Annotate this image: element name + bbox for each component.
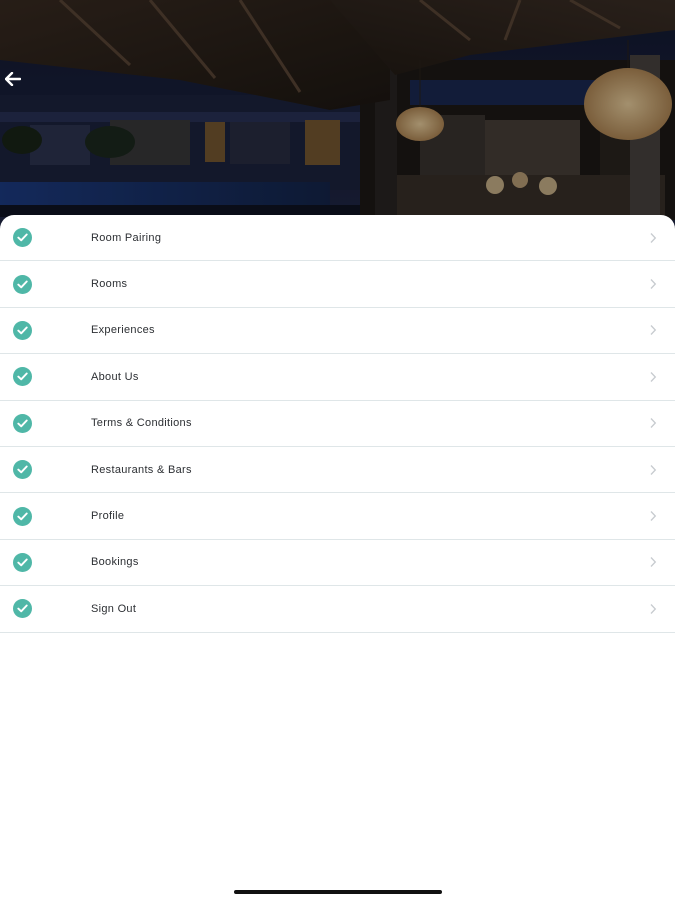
menu-item-label: Terms & Conditions (91, 417, 192, 430)
check-circle-icon (13, 320, 32, 340)
menu-item-bookings[interactable]: Bookings (0, 540, 675, 587)
check-circle-icon (13, 228, 32, 248)
check-circle-icon (13, 552, 32, 572)
check-circle-icon (13, 413, 32, 433)
home-indicator[interactable] (234, 890, 442, 894)
menu-item-label: Sign Out (91, 602, 137, 615)
chevron-right-icon (650, 371, 657, 382)
menu-item-terms-conditions[interactable]: Terms & Conditions (0, 401, 675, 447)
menu-list: Room Pairing Rooms Experiences About Us (0, 215, 675, 633)
chevron-right-icon (650, 557, 657, 568)
chevron-right-icon (650, 603, 657, 614)
back-arrow-icon (5, 72, 21, 86)
menu-item-label: Rooms (91, 278, 128, 291)
chevron-right-icon (650, 232, 657, 243)
chevron-right-icon (650, 279, 657, 290)
menu-item-label: About Us (91, 370, 139, 383)
menu-item-room-pairing[interactable]: Room Pairing (0, 215, 675, 262)
menu-item-sign-out[interactable]: Sign Out (0, 586, 675, 633)
chevron-right-icon (650, 325, 657, 336)
menu-sheet: Room Pairing Rooms Experiences About Us (0, 215, 675, 900)
menu-item-experiences[interactable]: Experiences (0, 308, 675, 355)
hero-image (0, 0, 675, 240)
back-button[interactable] (2, 68, 24, 90)
menu-item-label: Restaurants & Bars (91, 463, 192, 476)
menu-item-label: Room Pairing (91, 231, 162, 244)
menu-item-label: Experiences (91, 324, 155, 337)
check-circle-icon (13, 599, 32, 619)
check-circle-icon (13, 506, 32, 526)
menu-item-restaurants-bars[interactable]: Restaurants & Bars (0, 447, 675, 494)
menu-item-about-us[interactable]: About Us (0, 354, 675, 401)
check-circle-icon (13, 274, 32, 294)
menu-item-label: Bookings (91, 556, 139, 569)
menu-item-rooms[interactable]: Rooms (0, 261, 675, 308)
menu-item-profile[interactable]: Profile (0, 493, 675, 540)
check-circle-icon (13, 460, 32, 480)
menu-item-label: Profile (91, 510, 125, 523)
chevron-right-icon (650, 511, 657, 521)
check-circle-icon (13, 367, 32, 387)
chevron-right-icon (650, 464, 657, 475)
chevron-right-icon (650, 418, 657, 429)
